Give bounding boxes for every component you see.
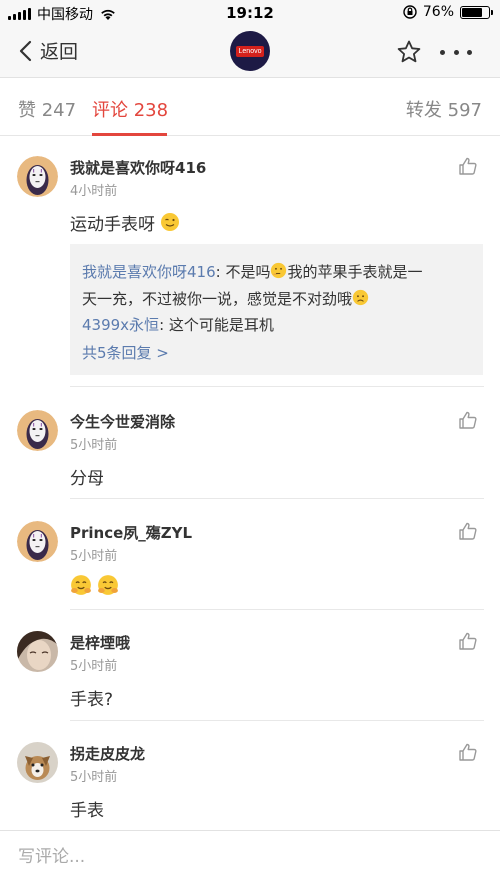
tab-comments[interactable]: 评论 238: [92, 96, 168, 122]
comment-time: 5小时前: [70, 659, 118, 674]
comment-author[interactable]: 是梓堙哦: [70, 632, 130, 653]
lenovo-logo[interactable]: Lenovo: [230, 31, 270, 71]
more-icon[interactable]: [440, 40, 472, 64]
thinking-emoji-icon: [271, 262, 287, 279]
avatar[interactable]: [17, 156, 58, 197]
tab-active-indicator: [92, 133, 167, 136]
nav-bar: 返回 Lenovo: [0, 26, 500, 78]
back-label: 返回: [40, 41, 79, 63]
battery-fill: [462, 7, 482, 17]
comment-text: 手表: [70, 801, 104, 821]
reply-text: : 不是吗: [215, 263, 271, 281]
comment-author[interactable]: 我就是喜欢你呀416: [70, 157, 206, 178]
comment-author[interactable]: 今生今世爱消除: [70, 411, 175, 432]
reply-text-cont: 我的苹果手表就是一: [287, 263, 423, 281]
tab-likes[interactable]: 赞 247: [18, 96, 76, 122]
comment-text: 运动手表呀: [70, 210, 180, 235]
reply-item: 4399x永恒: 这个可能是耳机: [82, 314, 274, 335]
like-icon[interactable]: [458, 631, 478, 651]
reply-text: : 这个可能是耳机: [159, 316, 274, 334]
divider: [70, 720, 484, 721]
no-face-avatar-icon: [17, 156, 58, 197]
comment-text: 手表?: [70, 690, 114, 710]
comment-time: 5小时前: [70, 438, 118, 453]
like-icon[interactable]: [458, 410, 478, 430]
battery-percent: 76%: [422, 4, 454, 20]
rotation-lock-icon: [403, 5, 417, 19]
divider: [70, 386, 484, 387]
comment-text: 分母: [70, 469, 104, 489]
hugging-emoji-icon: [98, 575, 119, 595]
comment-time: 4小时前: [70, 184, 118, 199]
reply-author[interactable]: 4399x永恒: [82, 316, 159, 334]
reply-box: 我就是喜欢你呀416: 不是吗 我的苹果手表就是一 天一充，不过被你一说，感觉是不…: [70, 244, 483, 375]
back-button[interactable]: 返回: [18, 37, 78, 64]
dog-avatar-icon: [17, 742, 58, 783]
comment-text: [70, 574, 119, 599]
like-icon[interactable]: [458, 742, 478, 762]
avatar[interactable]: [17, 521, 58, 562]
avatar[interactable]: [17, 410, 58, 451]
divider: [70, 609, 484, 610]
hugging-emoji-icon: [71, 575, 91, 595]
star-icon[interactable]: [396, 39, 422, 65]
avatar[interactable]: [17, 742, 58, 783]
status-right: 76%: [403, 4, 493, 20]
more-replies-link[interactable]: 共5条回复 >: [82, 342, 169, 363]
logo-text: Lenovo: [235, 45, 265, 57]
battery-icon: [460, 5, 493, 19]
avatar[interactable]: [17, 631, 58, 672]
user-photo-avatar-icon: [17, 631, 58, 672]
comment-text-content: 运动手表呀: [70, 215, 155, 235]
sad-emoji-icon: [352, 289, 369, 306]
no-face-avatar-icon: [17, 410, 58, 451]
reply-text-line2: 天一充，不过被你一说，感觉是不对劲哦: [82, 290, 353, 308]
status-bar: 中国移动 19:12 76%: [0, 0, 500, 26]
wink-emoji-icon: [161, 213, 180, 231]
chevron-left-icon: [19, 40, 32, 61]
no-face-avatar-icon: [17, 521, 58, 562]
reply-author[interactable]: 我就是喜欢你呀416: [82, 263, 216, 281]
reply-item-line2: 天一充，不过被你一说，感觉是不对劲哦: [82, 288, 369, 309]
tab-reposts[interactable]: 转发 597: [406, 96, 482, 122]
comment-time: 5小时前: [70, 770, 118, 785]
comment-input[interactable]: [18, 847, 478, 867]
like-icon[interactable]: [458, 156, 478, 176]
divider: [70, 498, 484, 499]
reply-item: 我就是喜欢你呀416: 不是吗 我的苹果手表就是一: [82, 261, 422, 282]
comment-author[interactable]: Prince夙_殤ZYL: [70, 522, 192, 543]
comment-time: 5小时前: [70, 549, 118, 564]
tab-bar: 赞 247 评论 238 转发 597: [0, 78, 500, 136]
like-icon[interactable]: [458, 521, 478, 541]
comment-author[interactable]: 拐走皮皮龙: [70, 743, 145, 764]
comment-bar: [0, 830, 500, 889]
